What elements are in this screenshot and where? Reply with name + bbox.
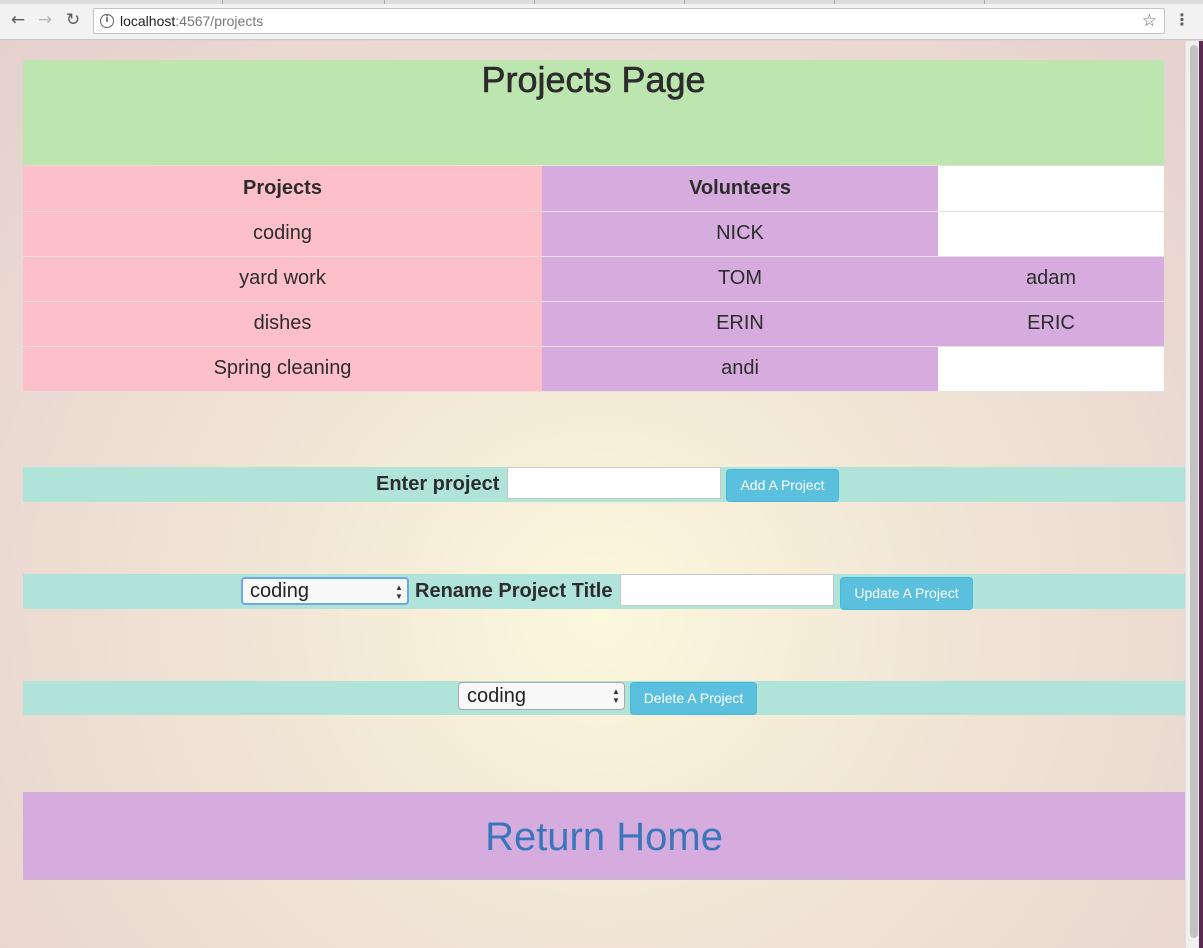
delete-select-value: coding bbox=[467, 685, 526, 707]
delete-project-select[interactable]: coding ▲ ▼ bbox=[458, 682, 625, 710]
volunteer-cell: TOM bbox=[542, 256, 938, 302]
update-project-form: coding ▲ ▼ Rename Project Title Update A … bbox=[23, 574, 1185, 610]
rename-project-label: Rename Project Title bbox=[415, 580, 613, 602]
return-home-link[interactable]: Return Home bbox=[23, 793, 1185, 879]
select-arrows-icon: ▲ ▼ bbox=[395, 583, 403, 601]
add-project-input[interactable] bbox=[507, 467, 721, 499]
update-project-select[interactable]: coding ▲ ▼ bbox=[241, 577, 409, 605]
scrollbar-thumb[interactable] bbox=[1190, 45, 1198, 938]
update-project-button[interactable]: Update A Project bbox=[840, 577, 973, 610]
table-header-row: Projects Volunteers bbox=[23, 166, 1164, 212]
volunteer-cell: ERIN bbox=[542, 301, 938, 347]
update-select-value: coding bbox=[250, 580, 309, 602]
delete-project-form: coding ▲ ▼ Delete A Project bbox=[23, 681, 1185, 715]
projects-table: Projects Volunteers coding NICK yard wor… bbox=[23, 166, 1164, 392]
header-volunteers: Volunteers bbox=[542, 166, 938, 212]
select-arrows-icon: ▲ ▼ bbox=[612, 687, 620, 705]
page-header: Projects Page bbox=[23, 59, 1164, 165]
table-row: dishes ERIN ERIC bbox=[23, 301, 1164, 347]
header-empty bbox=[938, 166, 1164, 212]
return-home-bar: Return Home bbox=[23, 792, 1185, 880]
project-cell: coding bbox=[23, 211, 542, 257]
rename-project-input[interactable] bbox=[620, 574, 834, 606]
extra-volunteer-cell: ERIC bbox=[938, 301, 1164, 347]
extra-volunteer-cell: adam bbox=[938, 256, 1164, 302]
project-cell: Spring cleaning bbox=[23, 346, 542, 392]
volunteer-cell: NICK bbox=[542, 211, 938, 257]
extra-volunteer-cell bbox=[938, 211, 1164, 257]
add-project-button[interactable]: Add A Project bbox=[726, 469, 839, 502]
volunteer-cell: andi bbox=[542, 346, 938, 392]
add-project-form: Enter project Add A Project bbox=[23, 467, 1185, 502]
page-title: Projects Page bbox=[481, 59, 706, 100]
project-cell: yard work bbox=[23, 256, 542, 302]
table-row: yard work TOM adam bbox=[23, 256, 1164, 302]
table-row: coding NICK bbox=[23, 211, 1164, 257]
extra-volunteer-cell bbox=[938, 346, 1164, 392]
table-row: Spring cleaning andi bbox=[23, 346, 1164, 392]
header-projects: Projects bbox=[23, 166, 542, 212]
window-edge bbox=[1199, 41, 1203, 948]
project-cell: dishes bbox=[23, 301, 542, 347]
add-project-label: Enter project bbox=[376, 473, 500, 495]
menu-dots-icon[interactable]: ⋮ bbox=[1174, 9, 1190, 31]
delete-project-button[interactable]: Delete A Project bbox=[630, 682, 757, 715]
